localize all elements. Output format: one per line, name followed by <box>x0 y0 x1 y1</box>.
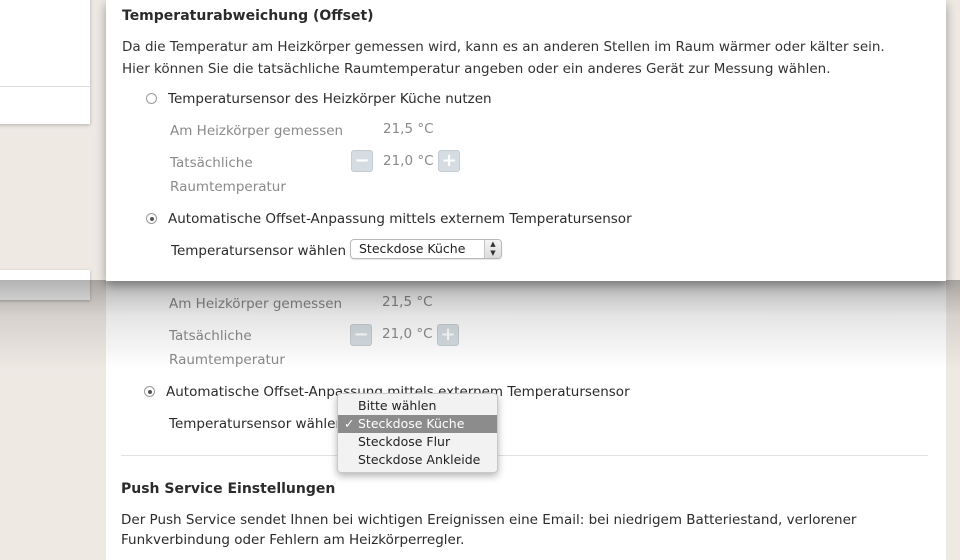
bg-actual-label-line2: Raumtemperatur <box>169 352 285 368</box>
side-card-divider <box>0 86 90 87</box>
dropdown-option-steckdose-ankleide[interactable]: Steckdose Ankleide <box>338 451 497 469</box>
bg-radio-auto-offset[interactable] <box>144 386 155 397</box>
push-service-desc-line1: Der Push Service sendet Ihnen bei wichti… <box>121 512 857 528</box>
measured-label: Am Heizkörper gemessen <box>170 123 344 139</box>
background-side-card <box>0 270 90 300</box>
bg-measured-label: Am Heizkörper gemessen <box>169 296 343 312</box>
section-divider <box>121 455 928 456</box>
sensor-select[interactable]: Steckdose Küche ▲ ▼ <box>350 239 502 259</box>
chevron-down-icon: ▼ <box>490 249 496 257</box>
decrement-button[interactable]: − <box>351 150 373 172</box>
dropdown-option-steckdose-flur[interactable]: Steckdose Flur <box>338 433 497 451</box>
push-service-desc-line2: Funkverbindung oder Fehlern am Heizkörpe… <box>121 532 465 548</box>
offset-description: Da die Temperatur am Heizkörper gemessen… <box>122 39 885 77</box>
radio-auto-offset-label: Automatische Offset-Anpassung mittels ex… <box>168 211 632 227</box>
dropdown-option-bitte-waehlen[interactable]: Bitte wählen <box>338 397 497 415</box>
bg-sensor-select-label: Temperatursensor wählen <box>169 416 345 432</box>
dropdown-option-steckdose-kueche[interactable]: ✓ Steckdose Küche <box>338 415 497 433</box>
offset-section-title: Temperaturabweichung (Offset) <box>122 8 374 24</box>
measured-value: 21,5 °C <box>383 121 434 137</box>
push-service-title: Push Service Einstellungen <box>121 481 336 497</box>
actual-temp-value: 21,0 °C <box>383 153 434 169</box>
side-card <box>0 0 90 124</box>
bg-decrement-button[interactable]: − <box>350 324 372 346</box>
sensor-dropdown-menu: Bitte wählen ✓ Steckdose Küche Steckdose… <box>337 393 498 473</box>
checkmark-icon: ✓ <box>344 416 355 431</box>
radio-use-radiator-sensor[interactable] <box>146 93 157 104</box>
actual-temp-label-line1: Tatsächliche <box>170 155 253 171</box>
radio-auto-offset[interactable] <box>146 213 157 224</box>
chevron-up-icon: ▲ <box>490 240 496 248</box>
actual-temp-label-line2: Raumtemperatur <box>170 179 286 195</box>
sensor-select-label: Temperatursensor wählen <box>171 243 347 259</box>
bg-increment-button[interactable]: + <box>437 324 459 346</box>
bg-actual-label-line1: Tatsächliche <box>169 328 252 344</box>
bg-measured-value: 21,5 °C <box>382 294 433 310</box>
bg-actual-value: 21,0 °C <box>382 326 433 342</box>
select-arrows-icon: ▲ ▼ <box>484 240 501 258</box>
increment-button[interactable]: + <box>438 150 460 172</box>
sensor-select-value: Steckdose Küche <box>359 241 466 256</box>
radio-use-radiator-sensor-label: Temperatursensor des Heizkörper Küche nu… <box>168 91 492 107</box>
dropdown-option-label: Steckdose Küche <box>358 416 465 431</box>
